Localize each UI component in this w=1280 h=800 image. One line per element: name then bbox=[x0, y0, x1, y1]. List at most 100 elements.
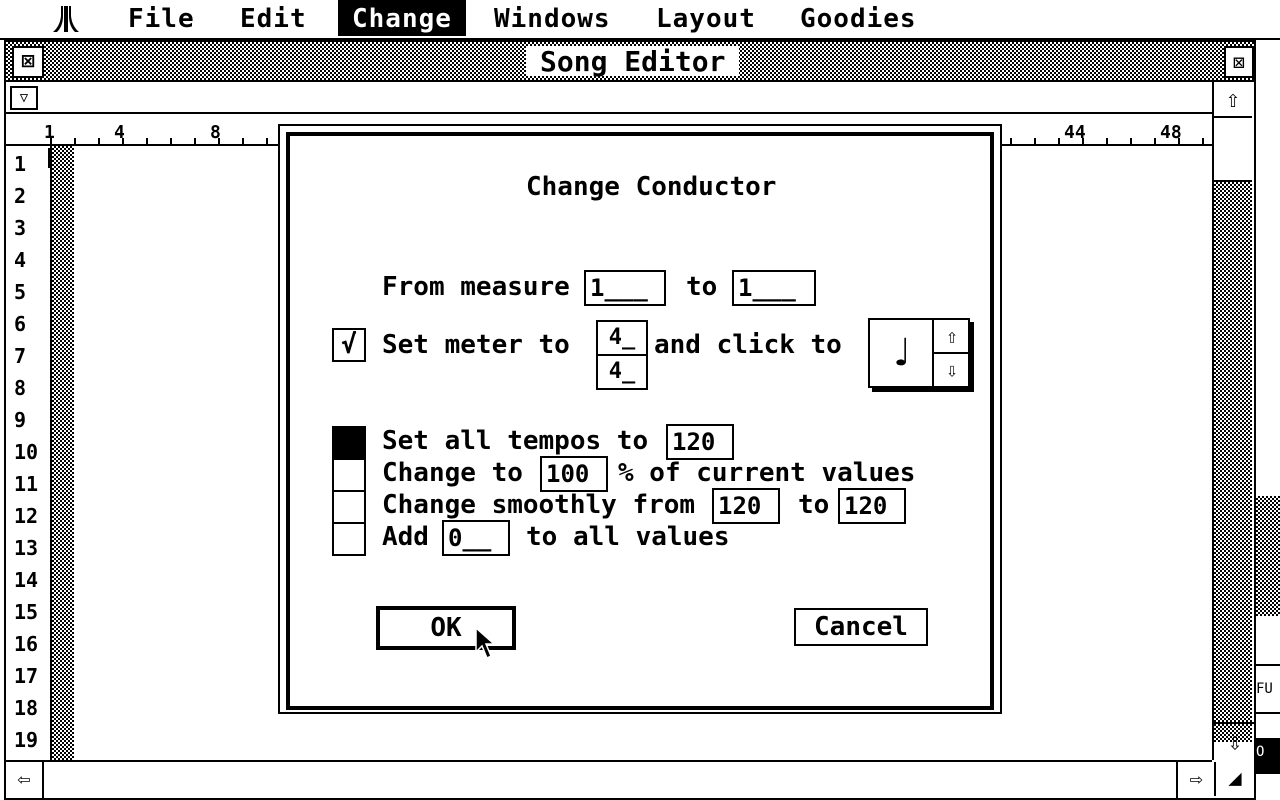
add-values-radio[interactable] bbox=[332, 522, 366, 556]
menu-windows[interactable]: Windows bbox=[480, 0, 625, 36]
scroll-thumb[interactable] bbox=[1214, 118, 1252, 182]
background-fragment: O bbox=[1256, 738, 1280, 774]
ruler-tick bbox=[122, 138, 124, 144]
track-number: 3 bbox=[14, 216, 27, 240]
scroll-track[interactable] bbox=[1214, 182, 1252, 742]
track-number: 6 bbox=[14, 312, 27, 336]
change-smoothly-label: Change smoothly from bbox=[382, 490, 696, 520]
ruler-tick bbox=[1034, 138, 1036, 144]
track-number: 5 bbox=[14, 280, 27, 304]
close-icon[interactable]: ⊠ bbox=[12, 46, 44, 78]
change-percent-radio[interactable] bbox=[332, 458, 366, 492]
horizontal-scrollbar[interactable]: ⇦ ⇨ bbox=[6, 760, 1212, 798]
background-dither bbox=[1256, 496, 1280, 616]
dropdown-triangle-icon[interactable]: ▽ bbox=[10, 86, 38, 110]
scroll-down-arrow-icon[interactable]: ⇩ bbox=[1212, 722, 1256, 760]
scroll-right-arrow-icon[interactable]: ⇨ bbox=[1176, 762, 1214, 798]
ruler-tick bbox=[194, 138, 196, 144]
track-number: 11 bbox=[14, 472, 39, 496]
change-percent-label: Change to bbox=[382, 458, 523, 488]
track-number: 15 bbox=[14, 600, 39, 624]
scroll-up-arrow-icon[interactable]: ⇧ bbox=[1214, 82, 1252, 118]
set-all-tempos-radio[interactable] bbox=[332, 426, 366, 460]
window-title: Song Editor bbox=[526, 46, 740, 78]
ruler-tick bbox=[1106, 138, 1108, 144]
track-number: 1 bbox=[14, 152, 27, 176]
change-smoothly-radio[interactable] bbox=[332, 490, 366, 524]
smooth-to-label: to bbox=[798, 490, 830, 520]
set-all-tempos-label: Set all tempos to bbox=[382, 426, 649, 456]
dialog-frame: Change Conductor From measure 1___ to 1_… bbox=[286, 132, 994, 710]
track-number: 9 bbox=[14, 408, 27, 432]
resize-handle-icon[interactable]: ◢ bbox=[1214, 762, 1254, 796]
track-number: 7 bbox=[14, 344, 27, 368]
from-measure-label: From measure bbox=[382, 272, 570, 302]
track-number: 4 bbox=[14, 248, 27, 272]
ruler-tick bbox=[146, 138, 148, 144]
menu-file[interactable]: File bbox=[114, 0, 209, 36]
click-note-selector[interactable]: ♩ ⇧ ⇩ bbox=[868, 318, 970, 388]
track-number-column: 1 2 3 4 5 6 7 8 9 10 11 12 13 14 15 16 17 18 19 bbox=[6, 146, 52, 762]
set-meter-label: Set meter to bbox=[382, 330, 570, 360]
track-number: 8 bbox=[14, 376, 27, 400]
menu-edit[interactable]: Edit bbox=[226, 0, 321, 36]
and-click-label: and click to bbox=[654, 330, 842, 360]
menu-layout[interactable]: Layout bbox=[642, 0, 770, 36]
ruler-tick bbox=[1202, 138, 1204, 144]
background-window-border bbox=[1254, 40, 1280, 496]
track-number: 18 bbox=[14, 696, 39, 720]
ruler-tick bbox=[266, 138, 268, 144]
track-number: 12 bbox=[14, 504, 39, 528]
change-percent-field[interactable]: 100 bbox=[540, 456, 608, 492]
add-suffix: to all values bbox=[526, 522, 730, 552]
to-label: to bbox=[686, 272, 718, 302]
text-cursor bbox=[48, 148, 52, 168]
background-fragment: FU bbox=[1254, 664, 1280, 714]
track-number: 14 bbox=[14, 568, 39, 592]
add-value-field[interactable]: 0__ bbox=[442, 520, 510, 556]
meter-numerator-field[interactable]: 4_ bbox=[598, 322, 646, 356]
fuller-icon[interactable]: ⊠ bbox=[1224, 46, 1254, 78]
mouse-pointer-icon bbox=[475, 626, 496, 660]
meter-denominator-field[interactable]: 4_ bbox=[598, 356, 646, 388]
atari-logo-icon[interactable] bbox=[50, 4, 82, 34]
track-number: 16 bbox=[14, 632, 39, 656]
menu-change[interactable]: Change bbox=[338, 0, 466, 36]
smooth-from-field[interactable]: 120 bbox=[712, 488, 780, 524]
ruler-tick bbox=[1178, 138, 1180, 144]
track-number: 13 bbox=[14, 536, 39, 560]
track-number: 17 bbox=[14, 664, 39, 688]
change-percent-suffix: % of current values bbox=[618, 458, 916, 488]
ruler-tick bbox=[1082, 138, 1084, 144]
set-all-tempos-field[interactable]: 120 bbox=[666, 424, 734, 460]
ruler-tick bbox=[1154, 138, 1156, 144]
toolbar-row: ▽ bbox=[6, 82, 1212, 114]
set-meter-checkbox[interactable]: √ bbox=[332, 328, 366, 362]
quarter-note-icon: ♩ bbox=[888, 330, 914, 376]
ruler-tick bbox=[1010, 138, 1012, 144]
change-conductor-dialog: Change Conductor From measure 1___ to 1_… bbox=[278, 124, 1002, 714]
dialog-title: Change Conductor bbox=[526, 172, 777, 202]
ruler-tick bbox=[170, 138, 172, 144]
add-label: Add bbox=[382, 522, 429, 552]
scroll-left-arrow-icon[interactable]: ⇦ bbox=[6, 762, 44, 798]
note-up-arrow-icon[interactable]: ⇧ bbox=[932, 320, 970, 354]
title-bar[interactable]: ⊠ Song Editor ⊠ bbox=[6, 42, 1254, 82]
ruler-tick bbox=[50, 138, 52, 144]
background-window-edge: FU O bbox=[1254, 40, 1280, 800]
cancel-button[interactable]: Cancel bbox=[794, 608, 928, 646]
vertical-scrollbar[interactable]: ⇧ bbox=[1212, 82, 1256, 758]
track-selector-strip[interactable] bbox=[52, 146, 74, 762]
track-number: 19 bbox=[14, 728, 39, 752]
menu-goodies[interactable]: Goodies bbox=[786, 0, 931, 36]
menu-bar: File Edit Change Windows Layout Goodies bbox=[0, 0, 1280, 40]
ruler-tick bbox=[98, 138, 100, 144]
to-measure-field[interactable]: 1___ bbox=[732, 270, 816, 306]
track-number: 10 bbox=[14, 440, 39, 464]
ruler-tick bbox=[1058, 138, 1060, 144]
from-measure-field[interactable]: 1___ bbox=[584, 270, 666, 306]
smooth-to-field[interactable]: 120 bbox=[838, 488, 906, 524]
ruler-tick bbox=[242, 138, 244, 144]
ruler-tick bbox=[1130, 138, 1132, 144]
note-down-arrow-icon[interactable]: ⇩ bbox=[932, 354, 970, 386]
